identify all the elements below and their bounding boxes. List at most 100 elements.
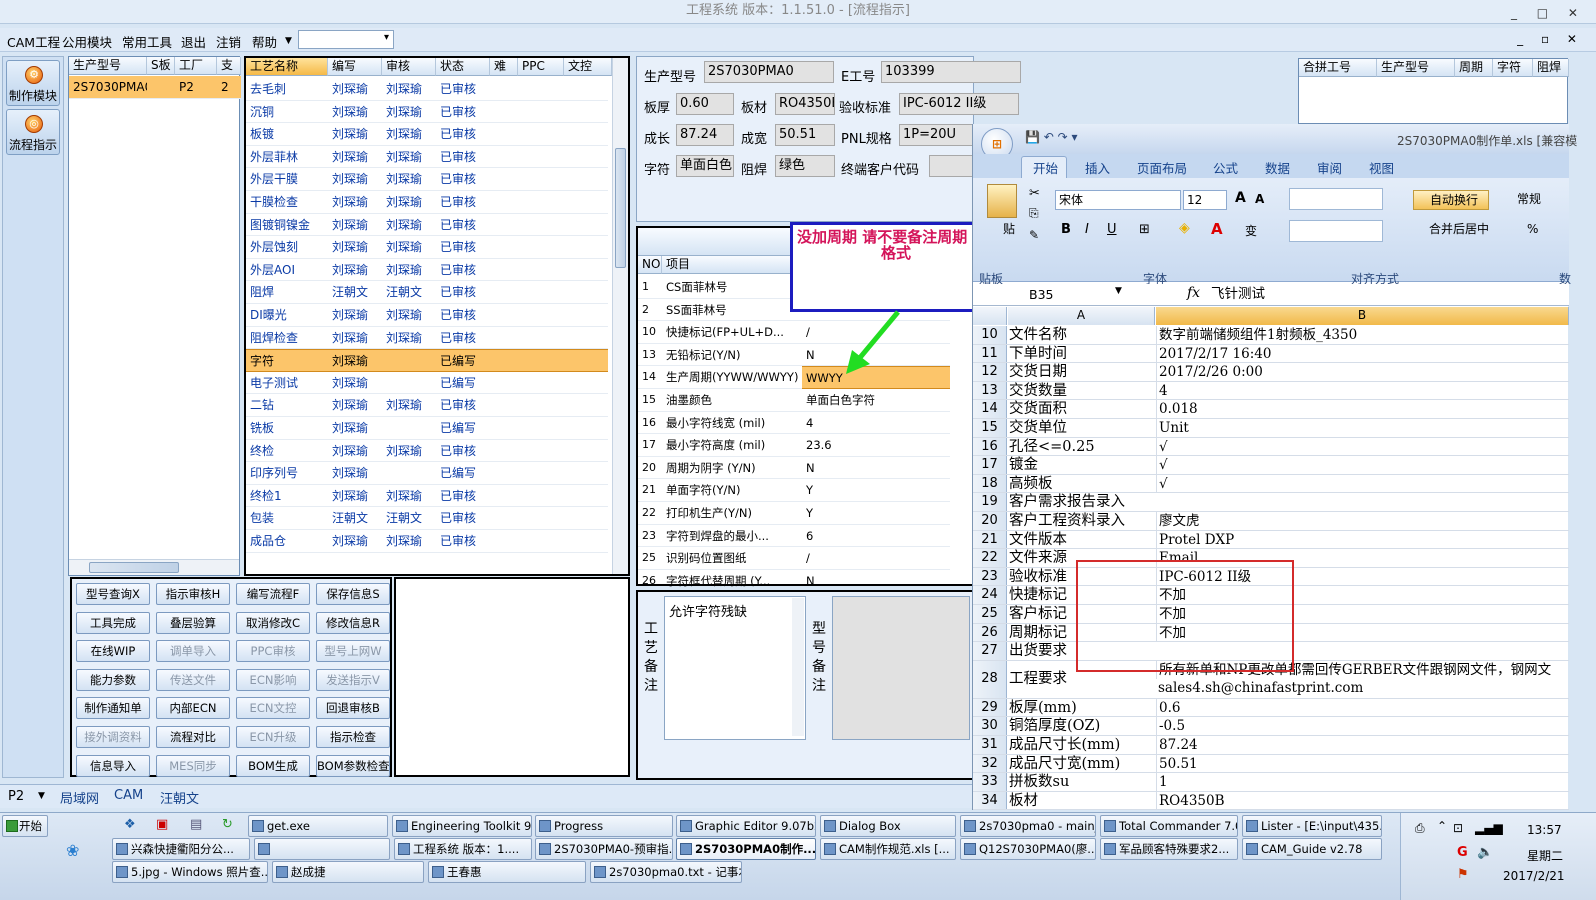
task-button[interactable]: 工程系统 版本：1....: [394, 838, 532, 860]
process-row[interactable]: 阻焊检查 刘琛瑜 刘琛瑜 已审核: [246, 327, 608, 350]
cell-b[interactable]: 87.24: [1156, 736, 1569, 754]
process-row[interactable]: 沉铜 刘琛瑜 刘琛瑜 已审核: [246, 101, 608, 124]
cell-a[interactable]: 拼板数su: [1009, 773, 1154, 791]
chevron-down-icon[interactable]: ▼: [38, 791, 45, 801]
model-cell[interactable]: 2: [217, 76, 241, 99]
param-value[interactable]: Y: [802, 479, 950, 502]
cell-b[interactable]: 50.51: [1156, 754, 1569, 773]
cell-a[interactable]: 交货日期: [1009, 363, 1154, 381]
task-button[interactable]: [254, 838, 390, 860]
process-cell[interactable]: 已审核: [436, 507, 490, 529]
action-button[interactable]: 型号查询X: [76, 583, 150, 605]
param-value[interactable]: 6: [802, 525, 950, 548]
row-number[interactable]: 19: [973, 493, 1007, 511]
task-button[interactable]: 赵成捷: [272, 861, 424, 883]
param-value[interactable]: /: [802, 547, 950, 570]
tab-review[interactable]: 审阅: [1317, 158, 1342, 177]
row-number[interactable]: 18: [973, 474, 1007, 493]
action-button[interactable]: BOM生成: [236, 754, 310, 777]
font-name-box[interactable]: 宋体: [1055, 190, 1181, 210]
percent-icon[interactable]: %: [1527, 222, 1538, 236]
task-button[interactable]: Engineering Toolkit 9....: [392, 815, 532, 837]
task-button[interactable]: 兴森快捷衢阳分公...: [112, 838, 250, 860]
process-row[interactable]: 干膜检查 刘琛瑜 刘琛瑜 已审核: [246, 191, 608, 214]
italic-icon[interactable]: I: [1085, 222, 1089, 237]
cell-b[interactable]: √: [1156, 437, 1569, 456]
process-cell[interactable]: 已审核: [436, 530, 490, 552]
action-button[interactable]: 修改信息R: [316, 611, 390, 634]
task-button[interactable]: Lister - [E:\input\435...: [1242, 815, 1382, 837]
task-button[interactable]: get.exe: [248, 815, 388, 837]
align-top-group[interactable]: [1289, 188, 1383, 210]
row-number[interactable]: 22: [973, 549, 1007, 567]
process-cell[interactable]: 已审核: [436, 259, 490, 281]
process-cell[interactable]: 刘琛瑜: [328, 191, 382, 213]
task-button[interactable]: Q12S7030PMA0(廖...: [960, 838, 1096, 860]
process-cell[interactable]: 已审核: [436, 78, 490, 100]
cell-a[interactable]: 文件名称: [1009, 326, 1154, 344]
tab-formulas[interactable]: 公式: [1213, 158, 1238, 177]
number-format-box[interactable]: 常规: [1517, 190, 1567, 210]
model-cell[interactable]: [147, 76, 175, 99]
cell-a[interactable]: 成品尺寸长(mm): [1009, 736, 1154, 754]
e-field[interactable]: 103399: [881, 61, 1021, 83]
task-button[interactable]: 王春惠: [428, 861, 586, 883]
format-painter-icon[interactable]: ✎: [1029, 228, 1039, 242]
tab-view[interactable]: 视图: [1369, 158, 1394, 177]
param-value[interactable]: N: [802, 570, 950, 593]
process-cell[interactable]: 印序列号: [246, 462, 328, 484]
process-cell[interactable]: 刘琛瑜: [328, 462, 382, 484]
quicklaunch-icon[interactable]: ❖: [124, 817, 136, 832]
row-number[interactable]: 12: [973, 363, 1007, 381]
row-number[interactable]: 17: [973, 456, 1007, 474]
cell-b[interactable]: 数字前端储频组件1射频板_4350: [1156, 326, 1569, 344]
tray-chevron-up-icon[interactable]: ⌃: [1437, 819, 1447, 833]
cell-a[interactable]: 铜箔厚度(OZ): [1009, 717, 1154, 735]
process-cell[interactable]: 已审核: [436, 101, 490, 123]
process-row[interactable]: 电子测试 刘琛瑜 已编写: [246, 372, 608, 395]
row-number[interactable]: 32: [973, 754, 1007, 773]
process-cell[interactable]: 刘琛瑜: [328, 123, 382, 145]
window-controls[interactable]: _ □ ✕: [1511, 2, 1586, 24]
column-header[interactable]: 支: [217, 57, 241, 75]
cell-a[interactable]: 镀金: [1009, 456, 1154, 474]
cell-a[interactable]: 下单时间: [1009, 345, 1154, 363]
cell-b[interactable]: 2017/2/17 16:40: [1156, 344, 1569, 363]
mask-field[interactable]: 绿色: [775, 155, 835, 177]
paste-icon[interactable]: [987, 184, 1017, 218]
cell-b[interactable]: 廖文虎: [1156, 512, 1569, 530]
process-cell[interactable]: 刘琛瑜: [328, 394, 382, 416]
process-cell[interactable]: 刘琛瑜: [328, 304, 382, 326]
border-icon[interactable]: ⊞: [1139, 222, 1150, 237]
process-note-text[interactable]: 允许字符残缺: [664, 596, 806, 740]
notepad-icon[interactable]: ▤: [190, 817, 202, 832]
action-button[interactable]: 指示检查: [316, 726, 390, 748]
fill-color-icon[interactable]: ◈: [1179, 220, 1190, 236]
model-hscrollbar[interactable]: [69, 559, 239, 575]
task-button[interactable]: Total Commander 7.0...: [1100, 815, 1238, 837]
tray-volume-icon[interactable]: 🔈: [1477, 845, 1493, 860]
process-cell[interactable]: 图镀铜镍金: [246, 214, 328, 236]
shrink-font-icon[interactable]: A: [1255, 192, 1264, 206]
process-cell[interactable]: 已审核: [436, 281, 490, 303]
process-row[interactable]: 二钻 刘琛瑜 刘琛瑜 已审核: [246, 394, 608, 417]
cell-b[interactable]: Unit: [1156, 419, 1569, 437]
process-cell[interactable]: 已编写: [436, 350, 490, 371]
cell-b[interactable]: 1: [1156, 773, 1569, 792]
process-cell[interactable]: 刘琛瑜: [382, 168, 436, 190]
row-number[interactable]: 33: [973, 773, 1007, 791]
column-header[interactable]: 文控: [564, 58, 612, 76]
column-header[interactable]: S板: [147, 57, 175, 75]
row-number[interactable]: 24: [973, 586, 1007, 604]
tray-network-icon[interactable]: ⊡: [1453, 821, 1463, 835]
name-box[interactable]: B35: [1029, 286, 1127, 304]
process-cell[interactable]: 刘琛瑜: [382, 304, 436, 326]
column-header[interactable]: 周期: [1455, 59, 1493, 77]
pdf-icon[interactable]: ▣: [156, 817, 168, 832]
process-cell[interactable]: 刘琛瑜: [382, 485, 436, 507]
start-button[interactable]: 开始: [2, 815, 48, 837]
column-header[interactable]: 生产型号: [69, 57, 147, 75]
process-row[interactable]: 去毛刺 刘琛瑜 刘琛瑜 已审核: [246, 78, 608, 101]
thick-field[interactable]: 0.60: [676, 93, 734, 115]
process-cell[interactable]: 阻焊检查: [246, 327, 328, 349]
